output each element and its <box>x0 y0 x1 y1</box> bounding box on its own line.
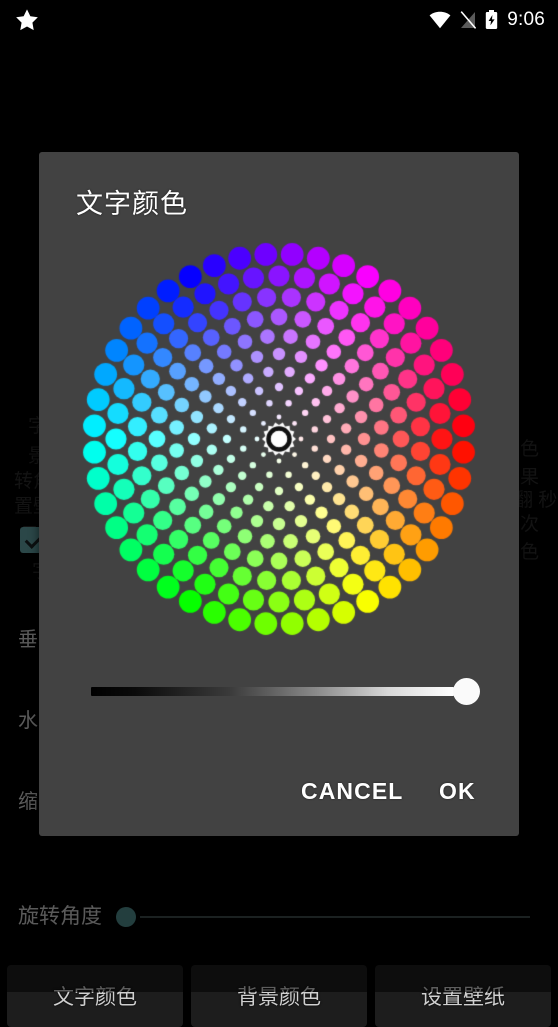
hsv-color-wheel[interactable] <box>39 236 519 648</box>
dialog-title: 文字颜色 <box>76 189 188 219</box>
brightness-slider-thumb[interactable] <box>453 678 480 705</box>
color-wheel-container[interactable] <box>39 236 519 656</box>
status-bar-clock: 9:06 <box>507 9 545 30</box>
color-picker-dialog: 文字颜色 CANCEL OK <box>39 152 519 836</box>
status-bar-left <box>0 7 40 33</box>
status-bar: 9:06 <box>0 0 558 40</box>
brightness-slider[interactable] <box>91 672 480 712</box>
battery-charging-icon <box>486 10 498 29</box>
phone-screen: 字景转角置壁显字色果翻 秒次色 垂水缩 旋转角度 文字颜色 背景颜色 设置壁纸 … <box>0 0 558 1027</box>
status-bar-right: 9:06 <box>429 9 558 31</box>
cancel-button[interactable]: CANCEL <box>291 770 413 813</box>
wifi-icon <box>429 11 451 29</box>
brightness-slider-track[interactable] <box>91 687 454 696</box>
ok-button[interactable]: OK <box>429 770 486 813</box>
star-icon <box>16 9 38 31</box>
dialog-action-bar: CANCEL OK <box>39 770 519 826</box>
signal-off-icon <box>460 11 477 29</box>
